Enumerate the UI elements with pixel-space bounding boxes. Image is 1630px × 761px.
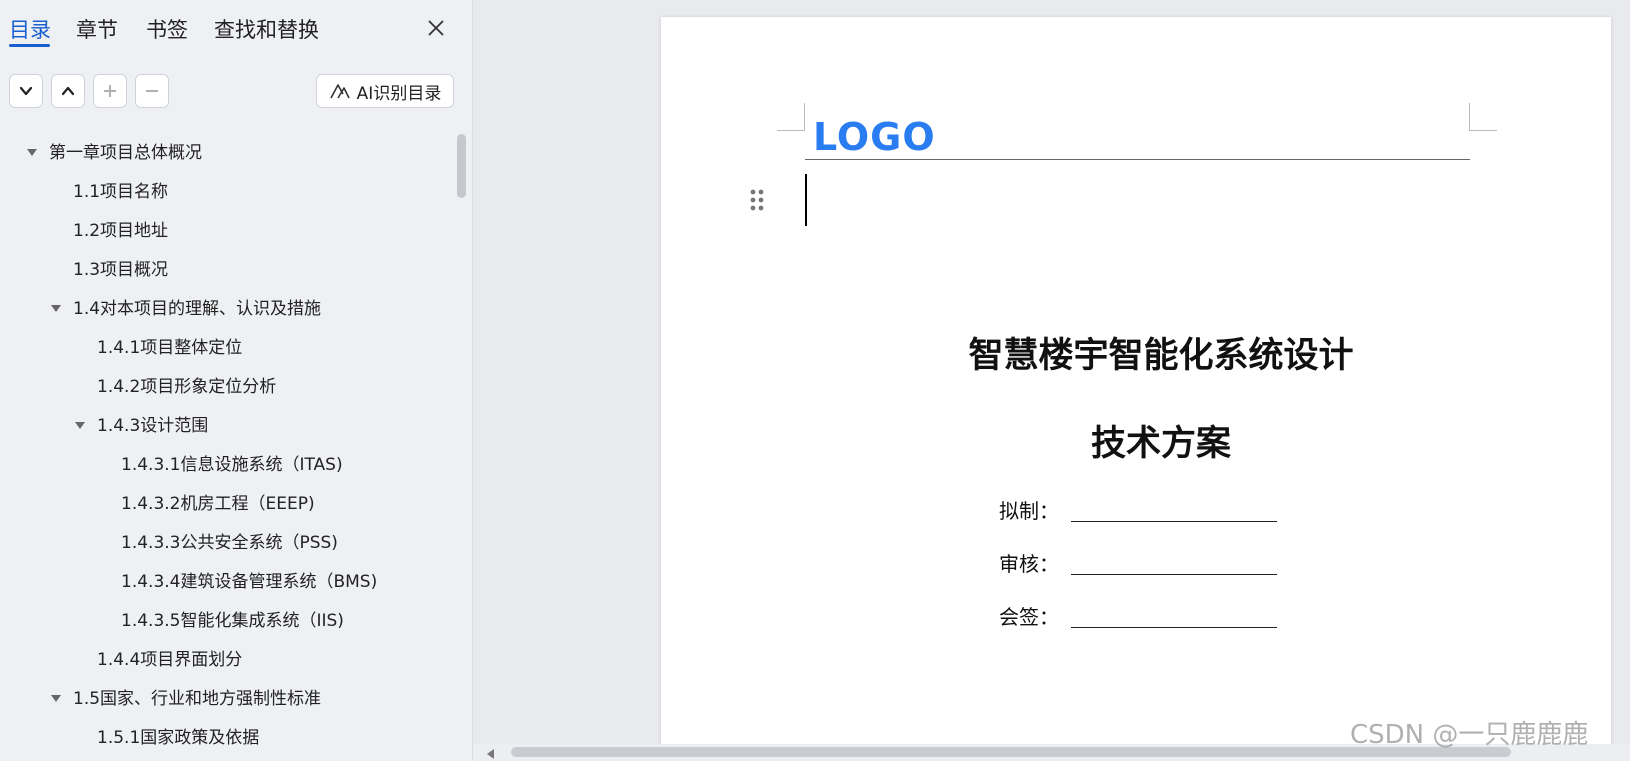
caret-down-icon[interactable] [75,421,85,429]
close-pane-button[interactable] [420,12,452,44]
caret-down-icon[interactable] [51,694,61,702]
document-title: 智慧楼宇智能化系统设计 [968,336,1354,376]
signature-field-drafted: 拟制： [999,495,1277,525]
blank-underline [1071,521,1277,522]
margin-corner-marker [1469,103,1497,131]
toc-item[interactable]: 1.4.3.2机房工程（EEEP) [121,489,315,519]
text-cursor [805,174,807,226]
toc-tree: 第一章项目总体概况 1.1项目名称 1.2项目地址 1.3项目概况 1.4对本项… [0,134,455,761]
toc-item[interactable]: 1.2项目地址 [73,216,168,246]
toc-toolbar: AI识别目录 [0,74,472,110]
collapse-button[interactable] [51,74,85,108]
signature-field-reviewed: 审核： [999,548,1277,578]
tab-chapters[interactable]: 章节 [76,14,118,44]
toc-item[interactable]: 第一章项目总体概况 [27,138,202,168]
margin-corner-marker [777,103,805,131]
chevron-up-icon [61,86,75,96]
toc-item[interactable]: 1.4.3.3公共安全系统（PSS) [121,528,338,558]
paragraph-drag-handle[interactable] [746,185,768,215]
expand-button[interactable] [9,74,43,108]
blank-underline [1071,627,1277,628]
toc-scrollbar[interactable] [457,134,466,198]
watermark: CSDN @一只鹿鹿鹿 [1350,720,1589,750]
toc-item[interactable]: 1.1项目名称 [73,177,168,207]
toc-item[interactable]: 1.4.3设计范围 [75,411,208,441]
ai-magic-icon [329,84,350,99]
drag-handle-icon [750,189,764,211]
toc-item[interactable]: 1.4.3.1信息设施系统（ITAS) [121,450,343,480]
toc-item[interactable]: 1.5国家、行业和地方强制性标准 [51,684,321,714]
header-divider [805,159,1470,160]
navigation-tabs: 目录 章节 书签 查找和替换 [0,0,472,58]
ai-button-label: AI识别目录 [356,83,442,104]
minus-icon [146,90,158,92]
toc-item[interactable]: 1.4.3.4建筑设备管理系统（BMS) [121,567,377,597]
document-canvas: LOGO 智慧楼宇智能化系统设计 技术方案 拟制： 审核： 会签： [473,0,1630,761]
navigation-pane: 目录 章节 书签 查找和替换 AI识别目录 第一章项目总体概况 1.1项目名称 … [0,0,473,761]
tab-find-replace[interactable]: 查找和替换 [214,14,319,44]
caret-down-icon[interactable] [27,148,37,156]
tab-bookmarks[interactable]: 书签 [146,14,188,44]
plus-icon [104,85,116,97]
active-tab-indicator [9,44,50,47]
toc-item[interactable]: 1.4对本项目的理解、认识及措施 [51,294,321,324]
toc-item[interactable]: 1.4.2项目形象定位分析 [97,372,276,402]
toc-item[interactable]: 1.4.4项目界面划分 [97,645,242,675]
chevron-down-icon [19,86,33,96]
toc-item[interactable]: 1.4.1项目整体定位 [97,333,242,363]
toc-item[interactable]: 1.5.1国家政策及依据 [97,723,259,753]
blank-underline [1071,574,1277,575]
caret-down-icon[interactable] [51,304,61,312]
signature-field-countersigned: 会签： [999,601,1277,631]
document-subtitle: 技术方案 [1090,424,1231,464]
wps-writer-window: 目录 章节 书签 查找和替换 AI识别目录 第一章项目总体概况 1.1项目名称 … [0,0,1630,761]
ai-recognize-toc-button[interactable]: AI识别目录 [316,74,454,108]
remove-heading-button[interactable] [135,74,169,108]
toc-item[interactable]: 1.4.3.5智能化集成系统（IIS) [121,606,344,636]
toc-item[interactable]: 1.3项目概况 [73,255,168,285]
document-page[interactable]: LOGO 智慧楼宇智能化系统设计 技术方案 拟制： 审核： 会签： [661,17,1611,761]
header-logo: LOGO [813,115,936,159]
tab-toc[interactable]: 目录 [9,14,51,44]
scroll-left-icon[interactable] [487,749,494,759]
add-heading-button[interactable] [93,74,127,108]
close-icon [428,20,444,36]
